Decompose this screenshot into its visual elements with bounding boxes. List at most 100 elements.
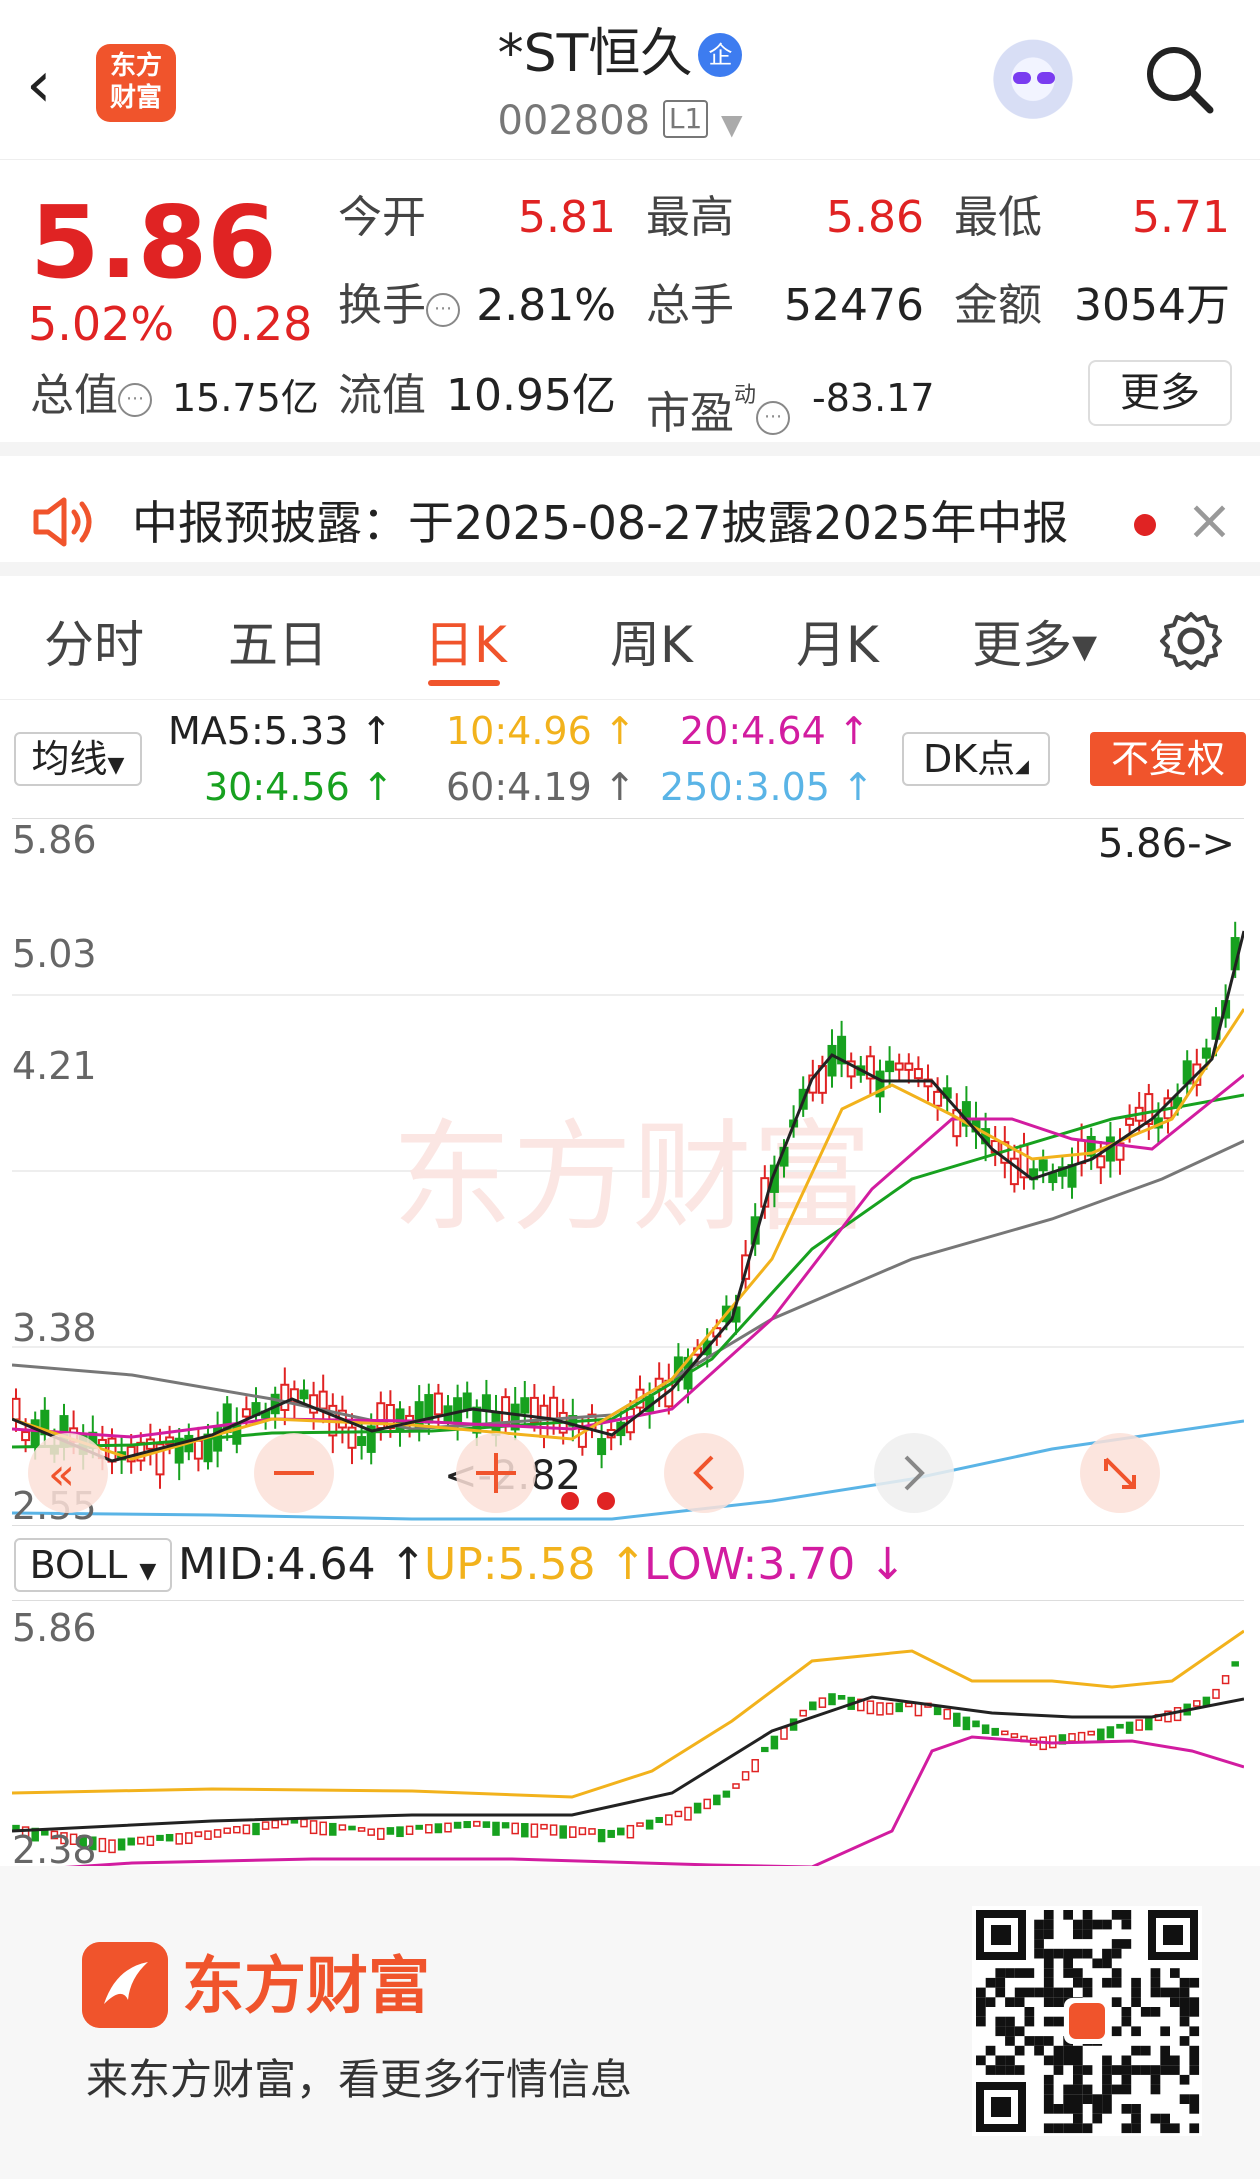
boll-y-min: 2.38 xyxy=(12,1828,97,1867)
qr-cell xyxy=(1063,2045,1073,2056)
top-bar: ‹ 东方财富 *ST恒久企 002808 L1 ▼ xyxy=(0,0,1260,160)
kline-chart[interactable]: 东方财富 5.86 5.03 4.21 3.38 2.55 5.86-> <-2… xyxy=(12,818,1244,1527)
boll-candle xyxy=(1145,1717,1153,1731)
qr-cell xyxy=(1043,2104,1054,2114)
qr-cell xyxy=(1102,1948,1112,1959)
qr-cell xyxy=(1043,1987,1054,1998)
boll-candle xyxy=(693,1802,702,1814)
qr-cell xyxy=(1024,2016,1035,2027)
qr-cell xyxy=(1082,1910,1093,1920)
qr-cell xyxy=(1131,2065,1141,2075)
notice-text: 中报预披露：于2025-08-27披露2025年中报 xyxy=(132,496,1069,550)
candle-body xyxy=(433,1392,443,1416)
more-quote-button[interactable]: 更多 xyxy=(1088,360,1232,426)
boll-candle xyxy=(329,1822,337,1836)
qr-cell xyxy=(1189,2007,1200,2017)
signal-dot xyxy=(597,1492,615,1510)
boll-candle xyxy=(770,1735,779,1750)
info-icon[interactable]: ⋯ xyxy=(756,401,791,435)
boll-canvas: 5.86 2.38 xyxy=(12,1606,1244,1867)
dropdown-triangle-icon: ▼ xyxy=(107,753,125,778)
back-arrow-icon[interactable]: ‹ xyxy=(26,50,76,120)
ma250-line xyxy=(12,1419,1244,1521)
qr-cell xyxy=(1121,1919,1132,1930)
dk-point-button[interactable]: DK点◢ xyxy=(902,732,1050,786)
tab-weekly-k[interactable]: 周K xyxy=(610,610,693,680)
qr-cell xyxy=(1150,2084,1161,2095)
amount-value: 3054万 xyxy=(1074,280,1230,331)
y-label-max: 5.86 xyxy=(12,819,97,862)
qr-cell xyxy=(976,2016,986,2027)
info-icon[interactable]: ⋯ xyxy=(426,293,460,327)
boll-y-max: 5.86 xyxy=(12,1606,97,1650)
qr-cell xyxy=(1043,1929,1054,1940)
notice-banner[interactable]: 中报预披露：于2025-08-27披露2025年中报 × xyxy=(0,470,1260,576)
boll-up-value: UP:5.58 ↑ xyxy=(424,1539,647,1590)
qr-code[interactable] xyxy=(972,1906,1202,2136)
boll-candle xyxy=(1077,1731,1086,1743)
boll-candle xyxy=(665,1814,673,1826)
qr-cell xyxy=(1043,1997,1054,2007)
qr-cell xyxy=(1179,2016,1190,2027)
corner-triangle-icon: ◢ xyxy=(1015,756,1030,777)
qr-cell xyxy=(1063,1987,1073,1998)
qr-cell xyxy=(1082,1987,1093,1998)
candle-body xyxy=(299,1389,309,1400)
qr-cell xyxy=(1170,1987,1180,1998)
boll-candle xyxy=(194,1831,203,1838)
scroll-left-icon[interactable] xyxy=(664,1433,744,1513)
boll-candle xyxy=(943,1708,951,1720)
stock-code-selector[interactable]: 002808 L1 ▼ xyxy=(420,96,820,150)
boll-candle xyxy=(175,1833,183,1845)
boll-candle xyxy=(165,1833,174,1842)
qr-cell xyxy=(1014,2065,1025,2075)
qr-cell xyxy=(1150,2065,1161,2075)
close-icon[interactable]: × xyxy=(1186,488,1233,554)
adjust-mode-button[interactable]: 不复权 xyxy=(1090,732,1246,786)
qr-cell xyxy=(1034,1939,1044,1949)
boll-selector[interactable]: BOLL ▼ xyxy=(14,1538,172,1592)
qr-cell xyxy=(1179,1987,1190,1998)
qr-cell xyxy=(1043,1977,1054,1988)
tab-daily-k[interactable]: 日K xyxy=(424,610,507,680)
market-cap-value: 15.75亿 xyxy=(172,376,319,420)
gear-icon[interactable] xyxy=(1158,608,1224,674)
y-label-3: 4.21 xyxy=(12,1044,97,1088)
boll-candle xyxy=(837,1695,846,1700)
candle-body xyxy=(520,1397,530,1414)
candle-body xyxy=(462,1392,472,1412)
tab-more[interactable]: 更多▾ xyxy=(972,610,1097,680)
turnover-label: 换手 xyxy=(338,280,426,331)
tab-monthly-k[interactable]: 月K xyxy=(796,610,879,680)
qr-cell xyxy=(1053,2055,1064,2066)
scroll-right-icon[interactable] xyxy=(874,1433,954,1513)
qr-cell xyxy=(1160,2065,1170,2075)
qr-cell xyxy=(1131,1977,1141,1988)
candle-body xyxy=(357,1436,367,1447)
indicator-selector[interactable]: 均线▼ xyxy=(14,732,142,786)
tab-intraday[interactable]: 分时 xyxy=(44,610,144,680)
boll-candle xyxy=(1231,1661,1239,1667)
stock-name: *ST恒久 xyxy=(497,24,693,84)
qr-cell xyxy=(1005,1968,1015,1978)
search-icon[interactable] xyxy=(1140,40,1220,120)
info-icon[interactable]: ⋯ xyxy=(118,383,152,417)
boll-chart[interactable]: 5.86 2.38 xyxy=(12,1600,1244,1867)
dk-point-label: DK点 xyxy=(922,737,1016,781)
qr-cell xyxy=(1170,2123,1180,2134)
qr-cell xyxy=(1043,1948,1054,1959)
qr-cell xyxy=(1024,1987,1035,1998)
qr-cell xyxy=(995,2026,1006,2037)
indicator-selector-label: 均线 xyxy=(31,737,108,781)
qr-cell xyxy=(995,2016,1006,2027)
qr-cell xyxy=(1014,2045,1025,2056)
boll-candle xyxy=(549,1824,558,1836)
assistant-robot-icon[interactable] xyxy=(985,36,1081,132)
qr-cell xyxy=(1102,2055,1112,2066)
ma250-value: 250:3.05 ↑ xyxy=(660,765,874,809)
qr-cell xyxy=(1034,1987,1044,1998)
qr-cell xyxy=(1150,2074,1161,2085)
qr-cell xyxy=(1053,1997,1064,2007)
qr-cell xyxy=(1189,2045,1200,2056)
tab-five-day[interactable]: 五日 xyxy=(228,610,328,680)
